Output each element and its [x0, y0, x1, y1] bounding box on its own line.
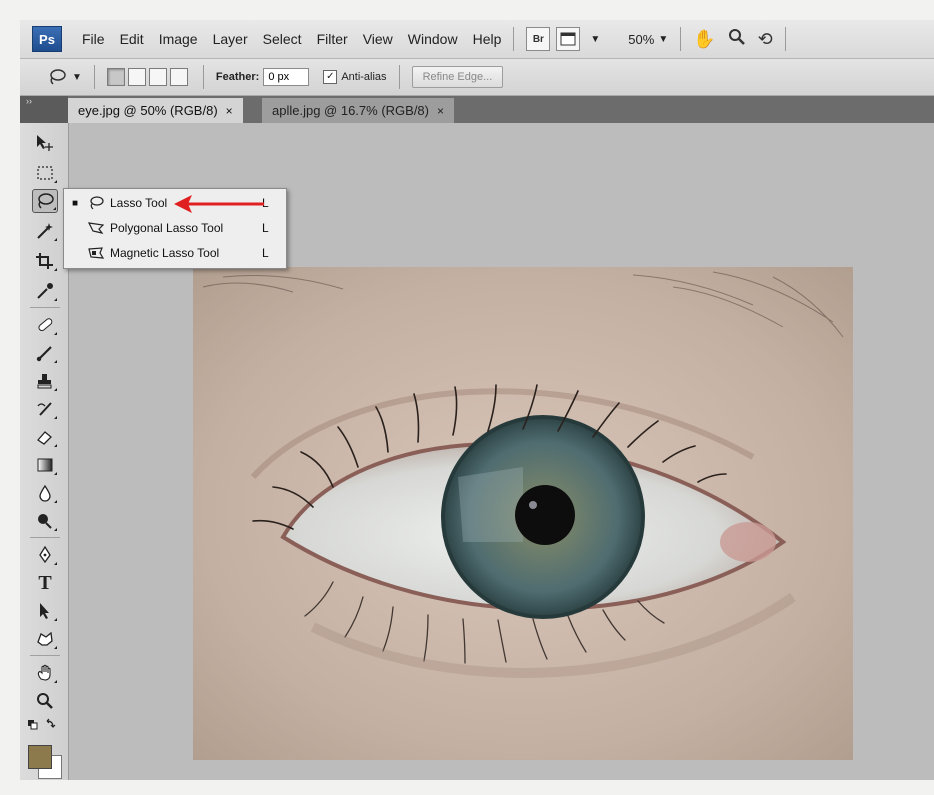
antialias-checkbox[interactable]: ✓: [323, 70, 338, 84]
options-separator: [398, 65, 400, 89]
menu-item-label: Polygonal Lasso Tool: [110, 221, 224, 235]
chevron-down-icon[interactable]: ▼: [590, 34, 600, 45]
tab-aplle-jpg[interactable]: aplle.jpg @ 16.7% (RGB/8) ×: [262, 98, 455, 123]
zoom-tool-icon[interactable]: [728, 28, 746, 51]
gradient-tool-icon[interactable]: [32, 453, 58, 477]
document-tab-bar: ›› eye.jpg @ 50% (RGB/8) × aplle.jpg @ 1…: [20, 96, 934, 123]
refine-edge-button[interactable]: Refine Edge...: [411, 66, 504, 88]
history-brush-tool-icon[interactable]: [32, 397, 58, 421]
menu-layer[interactable]: Layer: [213, 31, 248, 47]
new-selection-icon[interactable]: [106, 68, 125, 86]
screenshot-frame: Ps File Edit Image Layer Select Filter V…: [0, 0, 934, 795]
add-to-selection-icon[interactable]: [127, 68, 146, 86]
lasso-icon: [86, 194, 106, 212]
eyedropper-tool-icon[interactable]: [32, 279, 58, 303]
toolbox-divider: [30, 307, 60, 308]
menu-item-magnetic-lasso-tool[interactable]: Magnetic Lasso Tool L: [64, 241, 286, 265]
eye-photo[interactable]: [193, 267, 853, 760]
photoshop-logo: Ps: [32, 26, 62, 52]
brush-tool-icon[interactable]: [32, 341, 58, 365]
swap-colors-icon[interactable]: [24, 717, 60, 733]
menu-separator: [680, 27, 682, 51]
toolbox-divider: [30, 537, 60, 538]
photoshop-window: Ps File Edit Image Layer Select Filter V…: [20, 20, 934, 780]
antialias-label: Anti-alias: [341, 71, 387, 83]
subtract-from-selection-icon[interactable]: [148, 68, 167, 86]
foreground-color-swatch[interactable]: [28, 745, 52, 769]
zoom-level[interactable]: 50%: [628, 32, 654, 47]
healing-brush-tool-icon[interactable]: [32, 313, 58, 337]
panel-collapse-grip[interactable]: ››: [20, 96, 68, 123]
hand-tool-icon[interactable]: [32, 661, 58, 685]
shortcut-key: L: [262, 221, 269, 235]
blur-tool-icon[interactable]: [32, 481, 58, 505]
move-tool-icon[interactable]: [32, 131, 58, 155]
menu-separator: [784, 27, 786, 51]
menu-help[interactable]: Help: [473, 31, 502, 47]
type-tool-icon[interactable]: T: [32, 571, 58, 595]
rotate-view-icon[interactable]: ⟲: [758, 29, 773, 50]
menu-item-polygonal-lasso-tool[interactable]: Polygonal Lasso Tool L: [64, 216, 286, 240]
menu-bar: Ps File Edit Image Layer Select Filter V…: [20, 20, 934, 59]
crop-tool-icon[interactable]: [32, 249, 58, 273]
clone-stamp-tool-icon[interactable]: [32, 369, 58, 393]
tab-label: eye.jpg @ 50% (RGB/8): [78, 103, 218, 118]
lasso-tool-icon[interactable]: [32, 189, 58, 213]
feather-label: Feather:: [215, 71, 260, 83]
path-selection-tool-icon[interactable]: [32, 599, 58, 623]
hand-tool-icon[interactable]: ✋: [693, 29, 715, 50]
selected-marker: ■: [71, 197, 79, 209]
custom-shape-tool-icon[interactable]: [32, 627, 58, 651]
close-icon[interactable]: ×: [226, 104, 233, 118]
menu-edit[interactable]: Edit: [120, 31, 144, 47]
magic-wand-tool-icon[interactable]: [32, 219, 58, 243]
shortcut-key: L: [262, 246, 269, 260]
magnetic-lasso-icon: [86, 244, 106, 262]
toolbox-divider: [30, 655, 60, 656]
menu-select[interactable]: Select: [263, 31, 302, 47]
annotation-arrow-icon: [174, 195, 264, 213]
lasso-preset-icon[interactable]: [46, 66, 68, 88]
menu-filter[interactable]: Filter: [317, 31, 348, 47]
tab-eye-jpg[interactable]: eye.jpg @ 50% (RGB/8) ×: [68, 98, 243, 123]
options-bar: ▼ Feather: ✓ Anti-alias Refine Edge...: [20, 59, 934, 96]
feather-input[interactable]: [263, 68, 310, 86]
options-separator: [202, 65, 204, 89]
menu-window[interactable]: Window: [408, 31, 458, 47]
close-icon[interactable]: ×: [437, 104, 444, 118]
eraser-tool-icon[interactable]: [32, 425, 58, 449]
preset-chevron-down-icon[interactable]: ▼: [72, 72, 82, 83]
bridge-button[interactable]: Br: [526, 27, 551, 51]
tab-label: aplle.jpg @ 16.7% (RGB/8): [272, 103, 429, 118]
tools-panel: T: [20, 123, 69, 780]
intersect-selection-icon[interactable]: [169, 68, 188, 86]
dodge-tool-icon[interactable]: [32, 509, 58, 533]
options-separator: [93, 65, 95, 89]
pen-tool-icon[interactable]: [32, 543, 58, 567]
menu-separator: [513, 27, 515, 51]
menu-item-label: Magnetic Lasso Tool: [110, 246, 220, 260]
marquee-tool-icon[interactable]: [32, 161, 58, 185]
menu-file[interactable]: File: [82, 31, 105, 47]
menu-view[interactable]: View: [363, 31, 393, 47]
screen-mode-icon[interactable]: [556, 27, 581, 51]
menu-image[interactable]: Image: [159, 31, 198, 47]
polygonal-lasso-icon: [86, 219, 106, 237]
zoom-chevron-down-icon[interactable]: ▼: [658, 34, 668, 45]
zoom-tool-icon[interactable]: [32, 689, 58, 713]
